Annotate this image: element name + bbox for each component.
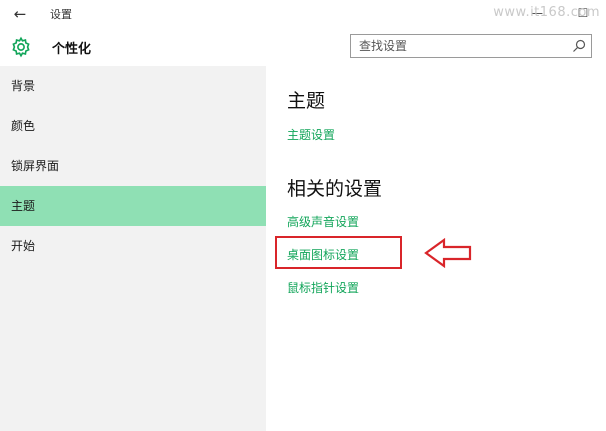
window-title: 设置 — [50, 8, 72, 21]
annotation-highlight-box — [275, 236, 402, 269]
gear-icon — [12, 36, 30, 58]
watermark: www.it168.com — [493, 5, 600, 20]
sidebar: 背景 颜色 锁屏界面 主题 开始 — [0, 66, 266, 431]
sidebar-item-label: 背景 — [11, 79, 36, 93]
sidebar-item-label: 开始 — [11, 239, 36, 253]
search-icon[interactable] — [571, 38, 587, 54]
advanced-sound-settings-link[interactable]: 高级声音设置 — [287, 213, 359, 230]
search-input[interactable] — [351, 35, 569, 57]
sidebar-item-label: 颜色 — [11, 119, 36, 133]
back-button[interactable]: ← — [8, 2, 32, 26]
title-bar: ← 设置 — ☐ www.it168.com — [0, 0, 606, 28]
sidebar-item-label: 主题 — [11, 199, 36, 213]
sidebar-item-lock-screen[interactable]: 锁屏界面 — [0, 146, 266, 186]
page-header: 个性化 — [0, 28, 606, 66]
theme-section-title: 主题 — [287, 90, 326, 112]
sidebar-item-start[interactable]: 开始 — [0, 226, 266, 266]
sidebar-item-themes[interactable]: 主题 — [0, 186, 266, 226]
theme-settings-link[interactable]: 主题设置 — [287, 126, 335, 143]
annotation-arrow-icon — [424, 238, 472, 268]
page-title: 个性化 — [52, 42, 92, 57]
back-arrow-icon: ← — [13, 5, 27, 23]
sidebar-item-label: 锁屏界面 — [11, 159, 60, 173]
related-settings-title: 相关的设置 — [287, 178, 383, 200]
mouse-pointer-settings-link[interactable]: 鼠标指针设置 — [287, 279, 359, 296]
sidebar-item-background[interactable]: 背景 — [0, 66, 266, 106]
search-box — [350, 34, 592, 58]
sidebar-item-colors[interactable]: 颜色 — [0, 106, 266, 146]
